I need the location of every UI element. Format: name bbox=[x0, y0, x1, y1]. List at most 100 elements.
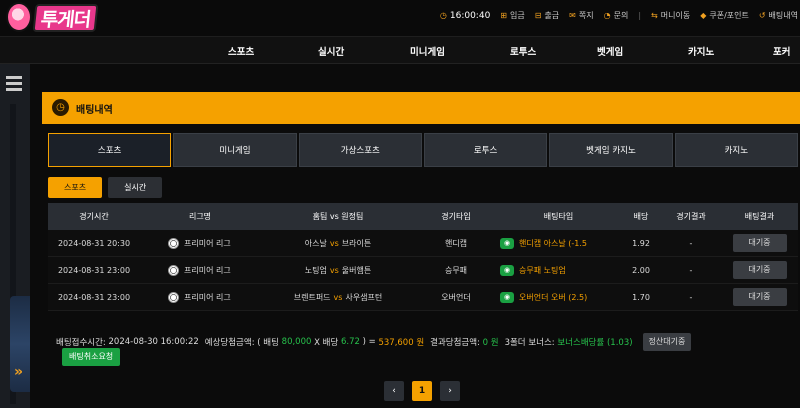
message-label: 쪽지 bbox=[578, 11, 594, 20]
game-type: 핸디캡 bbox=[444, 238, 468, 248]
league-cell: 프리미어 리그 bbox=[140, 237, 260, 249]
page-title: 배팅내역 bbox=[76, 105, 113, 116]
bet-result-cell: 대기중 bbox=[721, 288, 798, 306]
eye-icon[interactable]: ◉ bbox=[500, 291, 514, 303]
result-win-amount: 0 원 bbox=[482, 338, 499, 348]
eye-icon[interactable]: ◉ bbox=[500, 237, 514, 249]
withdraw-label: 출금 bbox=[544, 11, 560, 20]
match-time: 2024-08-31 20:30 bbox=[57, 238, 131, 248]
game-result: - bbox=[689, 238, 693, 248]
deposit-label: 입금 bbox=[510, 11, 525, 20]
coupon-point-label: 쿠폰/포인트 bbox=[709, 11, 749, 20]
logo-text: 투게더 bbox=[32, 4, 99, 32]
equals-text: ) = bbox=[362, 337, 376, 347]
league-cell: 프리미어 리그 bbox=[140, 264, 260, 276]
total-odds: 6.72 bbox=[340, 337, 360, 347]
tab-betgame-casino[interactable]: 벳게임 카지노 bbox=[549, 133, 673, 167]
times-odds-text: X 배당 bbox=[314, 338, 339, 348]
minus-square-icon: ⊟ bbox=[534, 11, 542, 20]
header-teams: 홈팀 vs 원정팀 bbox=[312, 212, 364, 221]
withdraw-link[interactable]: ⊟ 출금 bbox=[535, 10, 559, 21]
coupon-point-link[interactable]: ◆ 쿠폰/포인트 bbox=[700, 10, 749, 21]
nav-casino[interactable]: 카지노 bbox=[688, 44, 714, 58]
money-transfer-link[interactable]: ⇆ 머니이동 bbox=[651, 10, 690, 21]
header-league: 리그명 bbox=[188, 212, 212, 221]
tag-icon: ◆ bbox=[700, 11, 707, 20]
vs-label: vs bbox=[329, 265, 339, 275]
bet-type: 오버언더 오버 (2.5) bbox=[519, 292, 588, 302]
league-name: 프리미어 리그 bbox=[184, 238, 231, 248]
header-bet-result: 배팅결과 bbox=[744, 212, 775, 221]
eye-icon[interactable]: ◉ bbox=[500, 264, 514, 276]
tab-virtual-sports[interactable]: 가상스포츠 bbox=[298, 133, 422, 167]
envelope-icon: ✉ bbox=[569, 11, 576, 20]
expected-win-label: 예상당첨금액: bbox=[204, 338, 255, 348]
odds: 1.92 bbox=[632, 238, 650, 248]
site-logo[interactable]: 투게더 bbox=[4, 2, 114, 34]
soccer-ball-icon bbox=[168, 264, 179, 276]
header-game-type: 경기타입 bbox=[441, 212, 471, 221]
bet-history-label: 배팅내역 bbox=[768, 11, 798, 20]
odds: 2.00 bbox=[632, 265, 650, 275]
teams-cell: 브렌트퍼드 vs 사우샘프턴 bbox=[260, 292, 416, 303]
game-result: - bbox=[689, 265, 693, 275]
next-page-button[interactable]: › bbox=[440, 381, 460, 401]
clock-icon: ◷ bbox=[52, 99, 69, 116]
nav-lotus[interactable]: 로투스 bbox=[510, 44, 536, 58]
menu-icon[interactable] bbox=[6, 76, 22, 94]
transfer-icon: ⇆ bbox=[651, 11, 658, 20]
message-link[interactable]: ✉ 쪽지 bbox=[569, 10, 593, 21]
tab-sports[interactable]: 스포츠 bbox=[48, 133, 172, 167]
bet-time-value: 2024-08-30 16:00:22 bbox=[108, 337, 199, 347]
inquiry-link[interactable]: ◔ 문의 bbox=[604, 10, 629, 21]
away-team: 브라이튼 bbox=[341, 238, 372, 248]
clock-icon: ◷ bbox=[439, 11, 447, 20]
nav-live[interactable]: 실시간 bbox=[318, 44, 344, 58]
bet-open-text: ( 배팅 bbox=[257, 338, 279, 348]
soccer-ball-icon bbox=[168, 291, 179, 303]
double-chevron-right-icon[interactable]: » bbox=[14, 364, 23, 380]
expected-win-amount: 537,600 원 bbox=[378, 338, 425, 348]
table-row: 2024-08-31 23:00 프리미어 리그 브렌트퍼드 vs 사우샘프턴 오버… bbox=[48, 284, 798, 311]
nav-minigame[interactable]: 미니게임 bbox=[410, 44, 445, 58]
bet-type: 승무패 노팅엄 bbox=[519, 265, 566, 275]
prev-page-button[interactable]: ‹ bbox=[384, 381, 404, 401]
status-badge: 대기중 bbox=[732, 288, 787, 306]
chat-icon: ◔ bbox=[603, 11, 611, 20]
tab-lotus[interactable]: 로투스 bbox=[423, 133, 548, 167]
folder-bonus-label: 3폴더 보너스: bbox=[504, 338, 555, 348]
league-name: 프리미어 리그 bbox=[184, 265, 231, 275]
match-time: 2024-08-31 23:00 bbox=[57, 265, 131, 275]
top-bar: 투게더 ◷ 16:00:40 ⊞ 입금 ⊟ 출금 ✉ 쪽지 ◔ 문의 | ⇆ 머니이동 ◆ 쿠… bbox=[0, 0, 800, 36]
result-win-label: 결과당첨금액: bbox=[430, 338, 480, 348]
deposit-link[interactable]: ⊞ 입금 bbox=[500, 10, 524, 21]
bet-result-cell: 대기중 bbox=[721, 261, 798, 279]
table-row: 2024-08-31 23:00 프리미어 리그 노팅엄 vs 울버햄튼 승무패 ◉… bbox=[48, 257, 798, 284]
tab-minigame[interactable]: 미니게임 bbox=[173, 133, 297, 167]
bet-history-table: 경기시간 리그명 홈팀 vs 원정팀 경기타입 배팅타입 배당 경기결과 배팅결… bbox=[48, 203, 798, 311]
game-type: 승무패 bbox=[444, 265, 468, 275]
subtab-live[interactable]: 실시간 bbox=[108, 177, 163, 198]
subtab-sports[interactable]: 스포츠 bbox=[48, 177, 103, 198]
header-bet-type: 배팅타입 bbox=[543, 212, 574, 221]
tab-casino[interactable]: 카지노 bbox=[674, 133, 798, 167]
bet-result-cell: 대기중 bbox=[721, 234, 798, 252]
header-game-result: 경기결과 bbox=[676, 212, 706, 221]
current-time: 16:00:40 bbox=[449, 10, 491, 21]
home-team: 노팅엄 bbox=[304, 265, 327, 275]
cancel-bet-button[interactable]: 배팅취소요청 bbox=[62, 348, 121, 366]
home-team: 아스날 bbox=[304, 238, 327, 248]
table-header: 경기시간 리그명 홈팀 vs 원정팀 경기타입 배팅타입 배당 경기결과 배팅결… bbox=[48, 203, 798, 230]
bet-type-cell: ◉ 오버언더 오버 (2.5) bbox=[496, 291, 621, 303]
odds: 1.70 bbox=[632, 292, 650, 302]
page-1-button[interactable]: 1 bbox=[412, 381, 432, 401]
vs-label: vs bbox=[329, 238, 339, 248]
bet-history-link[interactable]: ↺ 배팅내역 bbox=[759, 10, 798, 21]
pagination: ‹ 1 › bbox=[384, 381, 460, 401]
nav-betgame[interactable]: 벳게임 bbox=[597, 44, 623, 58]
nav-sports[interactable]: 스포츠 bbox=[228, 44, 254, 58]
nav-poker[interactable]: 포커 bbox=[773, 44, 790, 58]
folder-bonus-value: 보너스배당률 (1.03) bbox=[557, 338, 633, 348]
bet-time-label: 배팅접수시간: bbox=[56, 338, 106, 348]
page-header: ◷ 배팅내역 bbox=[42, 92, 800, 124]
